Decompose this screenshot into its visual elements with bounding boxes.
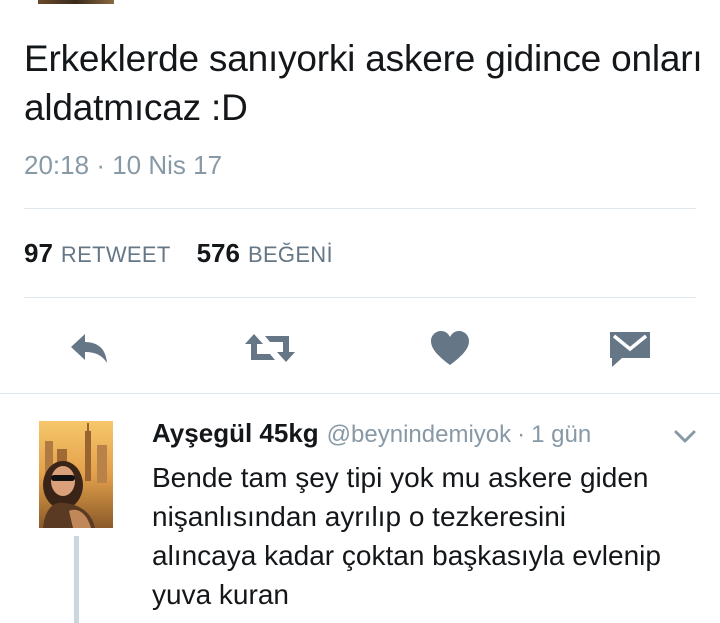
- tweet-time: 20:18: [24, 150, 90, 180]
- divider: [24, 208, 696, 209]
- retweet-count: 97: [24, 238, 53, 268]
- chevron-down-icon: [674, 430, 696, 443]
- thread-line: [74, 536, 79, 623]
- divider: [24, 297, 696, 298]
- reply-header: Ayşegül 45kg @beynindemiyok · 1 gün: [152, 418, 591, 449]
- like-label: BEĞENİ: [247, 242, 333, 267]
- time-separator: ·: [96, 150, 105, 180]
- avatar[interactable]: [39, 421, 113, 528]
- like-button[interactable]: [420, 320, 480, 376]
- previous-avatar-fragment: [38, 0, 114, 4]
- reply-time[interactable]: 1 gün: [531, 421, 591, 449]
- avatar-photo: [39, 421, 113, 528]
- tweet-date: 10 Nis 17: [112, 150, 223, 180]
- tweet-text: Erkeklerde sanıyorki askere gidince onla…: [24, 38, 703, 128]
- reply-icon: [71, 334, 107, 363]
- reply-separator: ·: [517, 421, 526, 448]
- heart-icon: [431, 331, 469, 365]
- tweet-actions: [0, 320, 720, 376]
- tweet-stats: 97 RETWEET 576 BEĞENİ: [24, 238, 359, 269]
- reply-text: Bende tam şey tipi yok mu askere giden n…: [152, 462, 661, 610]
- reply-author-handle[interactable]: @beynindemiyok: [327, 421, 511, 449]
- retweet-button[interactable]: [240, 320, 300, 376]
- reply-button[interactable]: [60, 320, 120, 376]
- reply-author-name[interactable]: Ayşegül 45kg: [152, 418, 319, 449]
- like-stat[interactable]: 576 BEĞENİ: [197, 238, 333, 269]
- retweet-icon: [245, 334, 295, 362]
- section-divider: [0, 393, 720, 394]
- direct-message-button[interactable]: [600, 320, 660, 376]
- more-options-button[interactable]: [672, 426, 698, 448]
- direct-message-icon: [610, 332, 650, 367]
- tweet-timestamp[interactable]: 20:18 · 10 Nis 17: [24, 150, 222, 181]
- like-count: 576: [196, 238, 240, 268]
- retweet-stat[interactable]: 97 RETWEET: [24, 238, 171, 269]
- retweet-label: RETWEET: [60, 242, 171, 267]
